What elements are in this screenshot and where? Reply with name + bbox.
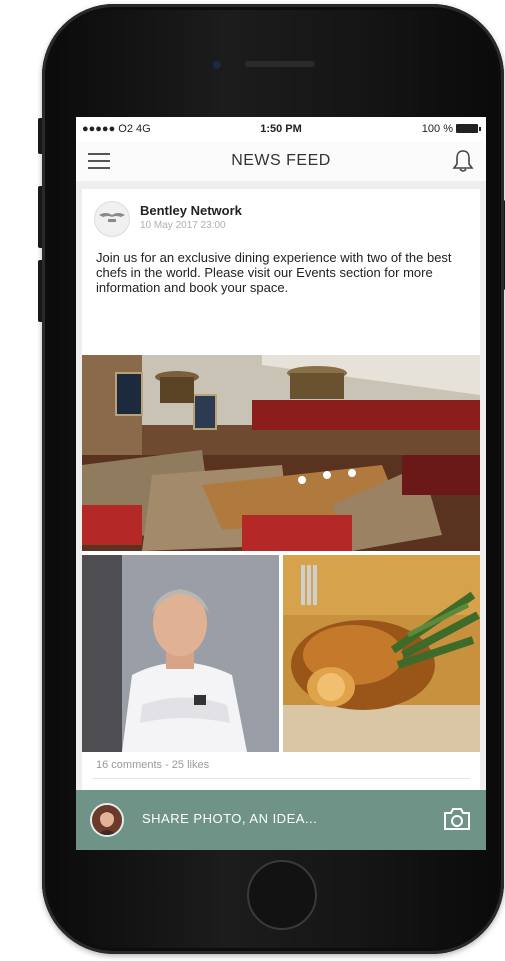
earpiece-speaker — [245, 61, 315, 67]
nav-bar: NEWS FEED — [76, 141, 486, 182]
phone-screen: ●●●●● O2 4G 1:50 PM 100 % NEWS FEED Bent… — [76, 117, 486, 850]
front-camera — [213, 61, 221, 69]
news-feed[interactable]: Bentley Network 10 May 2017 23:00 Join u… — [76, 181, 486, 790]
home-button[interactable] — [247, 860, 317, 930]
chef-portrait-photo[interactable] — [82, 555, 279, 752]
composer-bar: SHARE PHOTO, AN IDEA... — [76, 790, 486, 850]
post-body: Join us for an exclusive dining experien… — [96, 250, 452, 295]
restaurant-interior-photo[interactable] — [82, 355, 480, 551]
share-input[interactable]: SHARE PHOTO, AN IDEA... — [142, 811, 317, 826]
bell-icon[interactable] — [452, 149, 474, 173]
bentley-wings-icon — [99, 213, 125, 222]
post-stats[interactable]: 16 comments - 25 likes — [96, 759, 209, 771]
divider — [92, 778, 470, 779]
battery-icon — [456, 124, 481, 133]
camera-icon[interactable] — [442, 806, 472, 832]
post-author[interactable]: Bentley Network — [140, 203, 242, 218]
roast-chicken-dish-photo[interactable] — [283, 555, 480, 752]
post-card[interactable]: Bentley Network 10 May 2017 23:00 Join u… — [82, 189, 480, 790]
status-bar: ●●●●● O2 4G 1:50 PM 100 % — [76, 117, 486, 141]
battery-percentage: 100 % — [421, 123, 453, 135]
page-title: NEWS FEED — [231, 152, 331, 169]
user-avatar[interactable] — [90, 803, 124, 837]
post-timestamp: 10 May 2017 23:00 — [140, 220, 226, 231]
battery-status: 100 % — [421, 123, 481, 135]
bentley-logo-avatar[interactable] — [94, 201, 130, 237]
